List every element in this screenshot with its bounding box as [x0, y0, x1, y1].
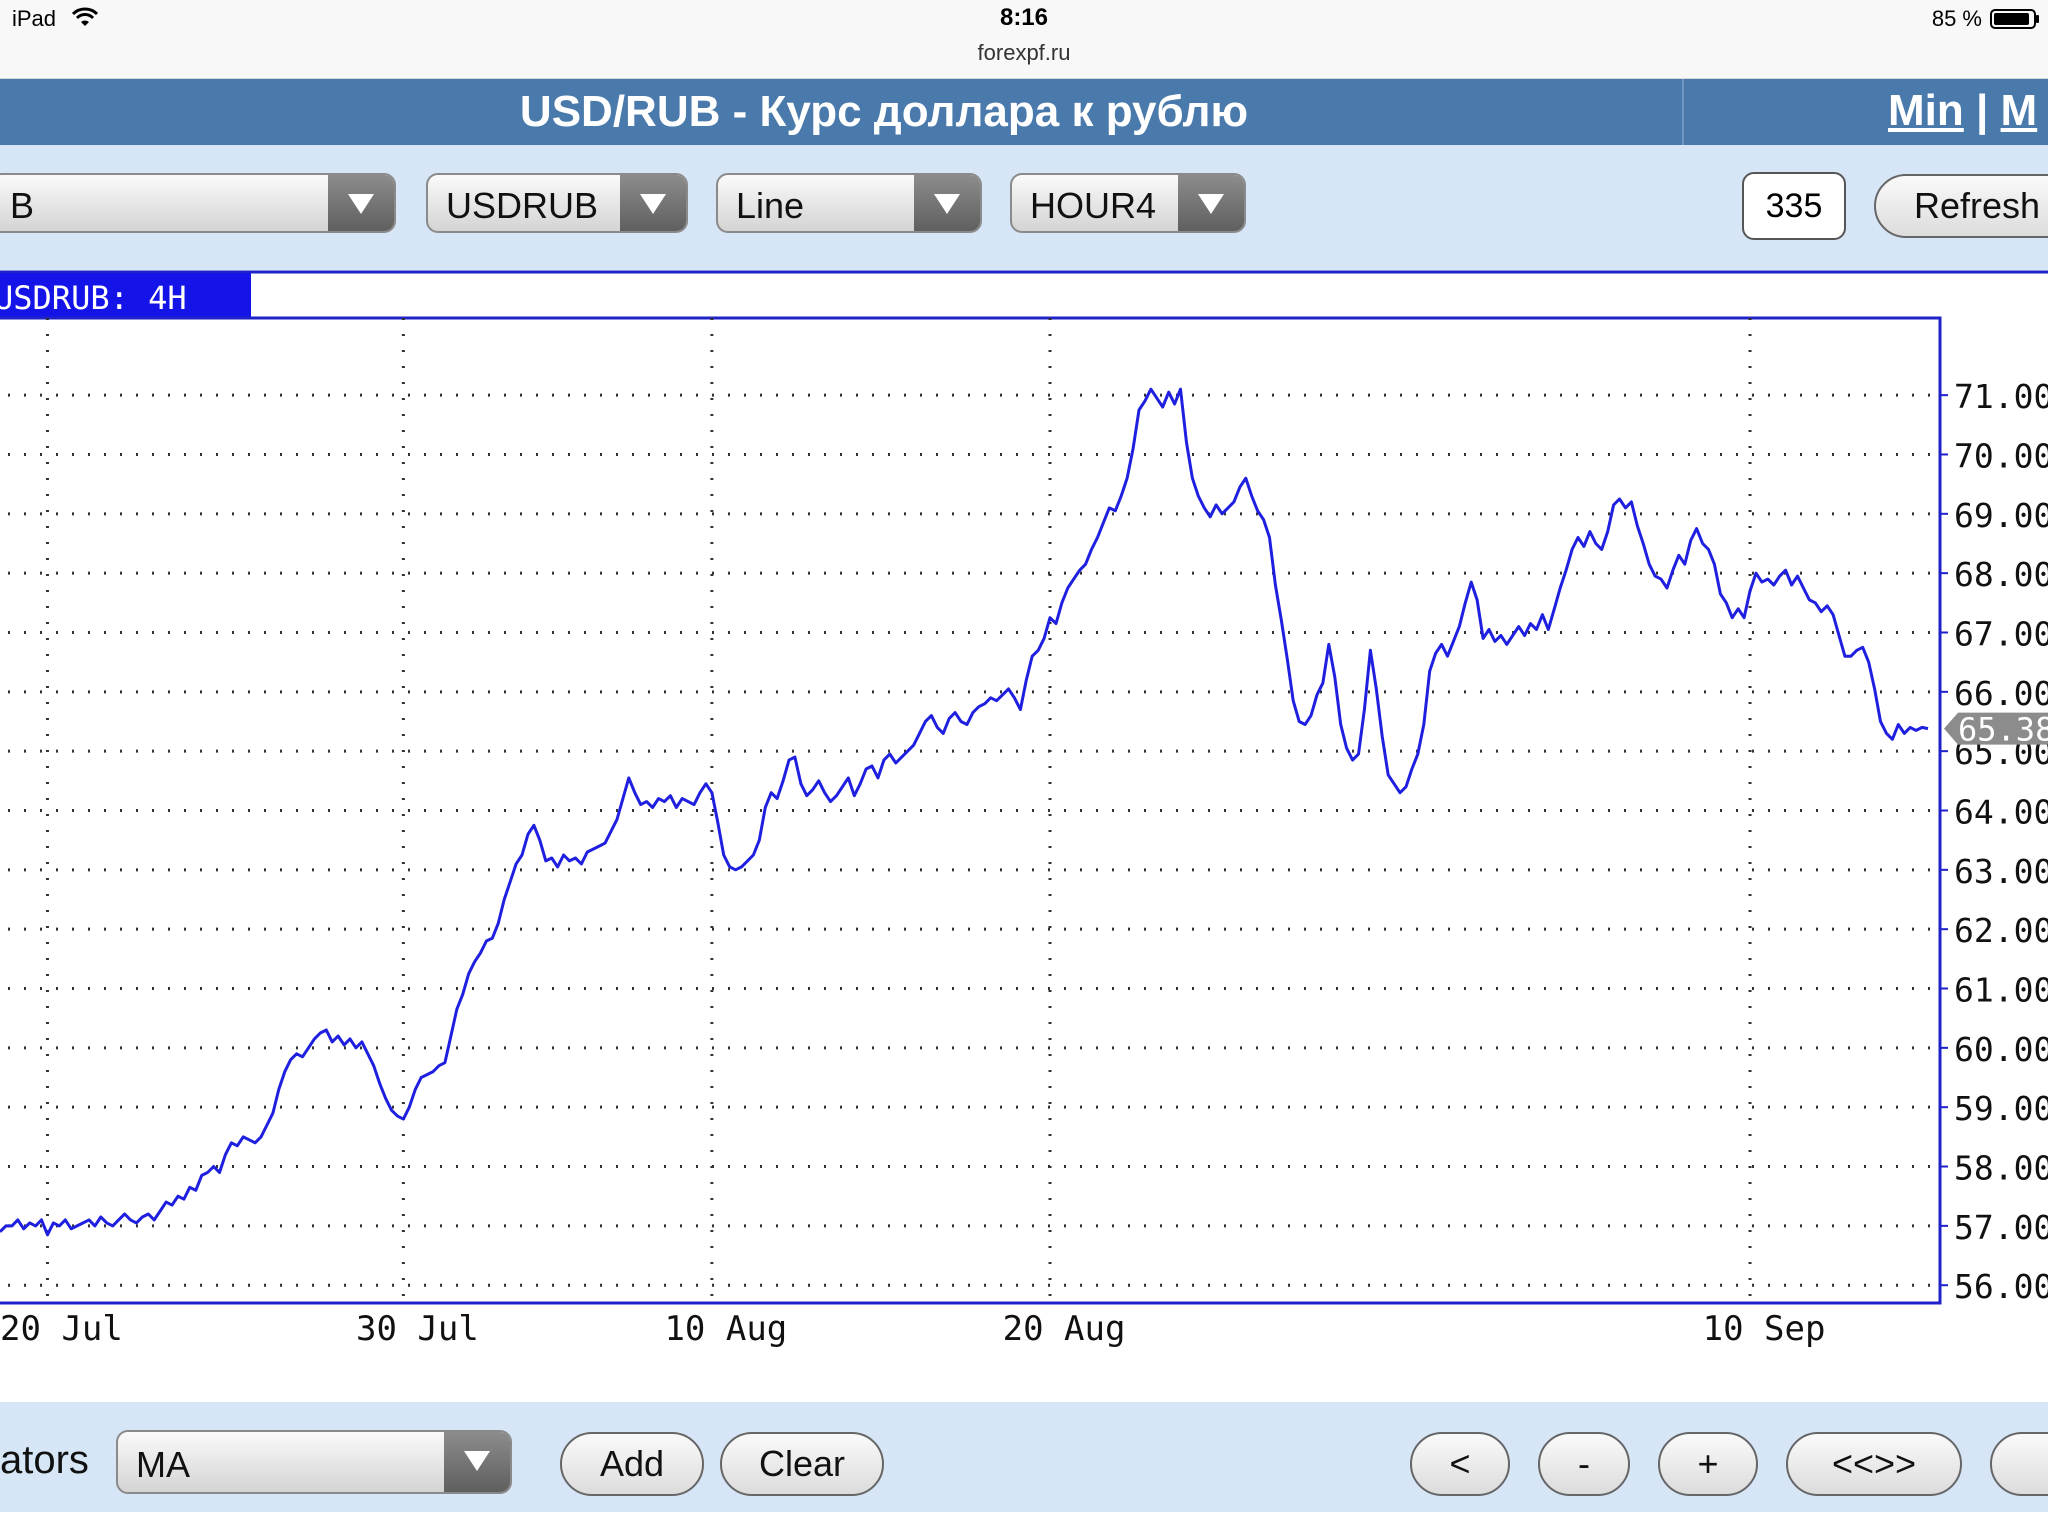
- next-nav-button[interactable]: [1990, 1432, 2048, 1496]
- dropdown-arrow-icon: [620, 175, 686, 231]
- price-chart: USDRUB: 4H 56.00 57.00 58.00 59.00 60.00 61.00…: [0, 270, 2048, 1391]
- indicator-toolbar: ators MA Add Clear < - + <<>>: [0, 1402, 2048, 1512]
- instrument-select[interactable]: B: [0, 173, 396, 233]
- clock: 8:16: [999, 4, 1049, 31]
- x-tick-label: 10 Sep: [1703, 1309, 1826, 1349]
- dropdown-arrow-icon: [1178, 175, 1244, 231]
- min-link[interactable]: Min: [1888, 86, 1964, 135]
- battery-percent: 85 %: [1931, 6, 1982, 31]
- y-tick-label: 64.00: [1954, 793, 2048, 832]
- y-tick-label: 60.00: [1954, 1030, 2048, 1069]
- indicator-select-value: MA: [136, 1444, 190, 1485]
- clear-indicators-button[interactable]: Clear: [720, 1432, 884, 1496]
- refresh-button[interactable]: Refresh: [1874, 174, 2048, 238]
- y-tick-label: 56.00: [1954, 1267, 2048, 1306]
- y-tick-label: 67.00: [1954, 614, 2048, 653]
- indicator-select[interactable]: MA: [116, 1430, 512, 1494]
- expand-button[interactable]: <<>>: [1786, 1432, 1962, 1496]
- y-tick-label: 57.00: [1954, 1208, 2048, 1247]
- y-tick-label: 61.00: [1954, 971, 2048, 1010]
- battery-icon: [1990, 9, 2039, 29]
- chart-type-select[interactable]: Line: [716, 173, 982, 233]
- y-tick-label: 63.00: [1954, 852, 2048, 891]
- scroll-back-button[interactable]: <: [1410, 1432, 1510, 1496]
- x-tick-label: 20 Jul: [0, 1309, 123, 1349]
- chart-panel: [0, 272, 2048, 1350]
- page-header: USD/RUB - Курс доллара к рублю Min | M: [0, 79, 2048, 145]
- page-title: USD/RUB - Курс доллара к рублю: [519, 87, 1249, 136]
- max-link[interactable]: M: [2001, 86, 2038, 135]
- address-bar[interactable]: forexpf.ru: [0, 40, 2048, 66]
- x-tick-label: 20 Aug: [1003, 1309, 1126, 1349]
- dropdown-arrow-icon: [914, 175, 980, 231]
- dropdown-arrow-icon: [328, 175, 394, 231]
- chart-type-select-value: Line: [736, 185, 805, 226]
- link-separator: |: [1976, 86, 1989, 135]
- y-tick-label: 58.00: [1954, 1149, 2048, 1188]
- x-tick-label: 30 Jul: [356, 1309, 479, 1349]
- y-tick-label: 71.00: [1954, 377, 2048, 416]
- status-bar: iPad 8:16 forexpf.ru 85 %: [0, 0, 2048, 79]
- x-tick-label: 10 Aug: [664, 1309, 787, 1349]
- symbol-select[interactable]: USDRUB: [426, 173, 688, 233]
- header-divider: [1682, 79, 1684, 145]
- symbol-select-value: USDRUB: [446, 185, 599, 226]
- dropdown-arrow-icon: [444, 1432, 510, 1492]
- y-tick-label: 66.00: [1954, 674, 2048, 713]
- period-select-value: HOUR4: [1030, 185, 1157, 226]
- y-tick-label: 68.00: [1954, 555, 2048, 594]
- zoom-in-button[interactable]: +: [1658, 1432, 1758, 1496]
- chart-toolbar: B USDRUB Line HOUR4 335 Refresh: [0, 145, 2048, 270]
- chart-canvas: USDRUB: 4H 56.00 57.00 58.00 59.00 60.00 61.00…: [0, 270, 2048, 1391]
- y-tick-label: 59.00: [1954, 1089, 2048, 1128]
- instrument-select-value: B: [10, 185, 35, 226]
- y-tick-label: 62.00: [1954, 911, 2048, 950]
- indicators-label: ators: [0, 1438, 89, 1482]
- y-tick-label: 69.00: [1954, 496, 2048, 535]
- period-select[interactable]: HOUR4: [1010, 173, 1246, 233]
- y-tick-label: 70.00: [1954, 436, 2048, 475]
- zoom-out-button[interactable]: -: [1538, 1432, 1630, 1496]
- view-size-links: Min | M: [1888, 86, 2037, 136]
- add-indicator-button[interactable]: Add: [560, 1432, 704, 1496]
- chart-title: USDRUB: 4H: [0, 279, 187, 317]
- last-price-label: 65.38: [1958, 711, 2048, 749]
- bars-count-input[interactable]: 335: [1742, 172, 1846, 240]
